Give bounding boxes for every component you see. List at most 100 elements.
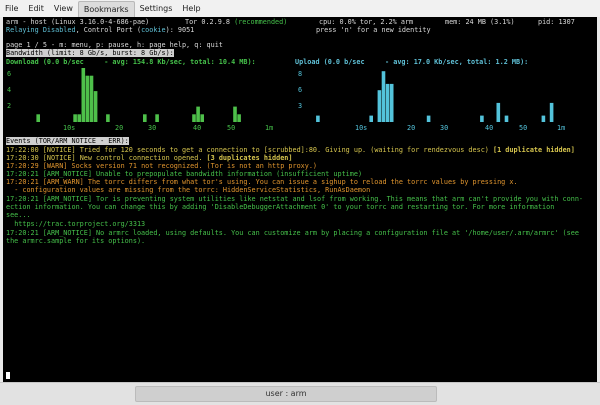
download-bar [73, 114, 77, 122]
event-text: Tor is preventing system utilities like … [6, 195, 584, 228]
cursor-block [6, 372, 10, 379]
terminal-cursor [6, 372, 10, 380]
download-bar [237, 114, 241, 122]
session-tab[interactable]: user : arm [135, 386, 437, 402]
event-line: 17:20:21 [ARM_NOTICE] Tor is preventing … [6, 195, 583, 228]
download-x-tick-30: 30 [148, 124, 156, 132]
event-time: 17:20:29 [6, 162, 39, 170]
download-bar [81, 68, 86, 122]
event-duplicates: [3 duplicates hidden] [206, 154, 293, 162]
event-entry: 17:20:21 [ARM_WARN] The torrc differs fr… [6, 178, 594, 194]
event-entry: 17:20:29 [WARN] Socks version 71 not rec… [6, 162, 594, 170]
menu-bookmarks[interactable]: Bookmarks [77, 0, 135, 17]
upload-label: Upload (0.0 b/sec [295, 58, 365, 66]
event-time: 17:20:30 [6, 154, 39, 162]
event-tag: [ARM_WARN] [42, 178, 84, 186]
cpu-usage: cpu: 0.0% tor, 2.2% arm [319, 18, 414, 26]
download-label: Download (0.0 b/sec [6, 58, 84, 66]
menu-edit[interactable]: Edit [23, 1, 49, 16]
upload-bar [369, 115, 373, 122]
download-bars [36, 68, 241, 122]
event-tag: [NOTICE] [42, 146, 76, 154]
tor-version-block: Tor 0.2.9.8 (recommended) [185, 18, 287, 26]
event-line: 17:20:29 [WARN] Socks version 71 not rec… [6, 162, 317, 170]
page-help-line: page 1 / 5 - m: menu, p: pause, h: page … [6, 41, 223, 49]
menu-settings[interactable]: Settings [135, 1, 178, 16]
event-text: Socks version 71 not recognized. (Tor is… [71, 162, 318, 170]
download-bar [200, 114, 204, 122]
event-line: 17:22:00 [NOTICE] Tried for 120 seconds … [6, 146, 575, 154]
event-text: New control connection opened. [79, 154, 203, 162]
bandwidth-limit: Bandwidth (limit: 8 Gb/s, burst: 8 Gb/s)… [6, 49, 174, 57]
upload-y-tick-6: 6 [298, 86, 302, 94]
upload-x-tick-10s: 10s [355, 124, 367, 132]
upload-stats: - avg: 17.0 Kb/sec, total: 1.2 MB): [385, 58, 529, 66]
upload-x-tick-50: 50 [519, 124, 527, 132]
download-y-tick-2: 2 [7, 102, 11, 110]
download-bar [89, 75, 94, 122]
event-line: 17:20:21 [ARM_WARN] The torrc differs fr… [6, 178, 518, 194]
menu-help[interactable]: Help [177, 1, 205, 16]
event-entry: 17:20:21 [ARM_NOTICE] No armrc loaded, u… [6, 229, 594, 245]
event-time: 17:20:21 [6, 195, 39, 203]
new-identity-hint: press 'n' for a new identity [316, 26, 431, 34]
upload-bar [316, 115, 320, 122]
event-line: 17:20:21 [ARM_NOTICE] Unable to prepopul… [6, 170, 362, 178]
upload-x-tick-20: 20 [407, 124, 415, 132]
upload-bar [385, 83, 390, 122]
download-bar [93, 91, 98, 122]
header-line-2: Relaying Disabled, Control Port (cookie)… [6, 26, 431, 34]
upload-x-tick-1m: 1m [557, 124, 565, 132]
upload-bar [496, 102, 501, 122]
upload-bar [389, 83, 394, 122]
host-info: arm - host (Linux 3.16.0-4-686-pae) [6, 18, 150, 26]
menu-view[interactable]: View [49, 1, 78, 16]
event-time: 17:20:21 [6, 178, 39, 186]
download-bar [192, 114, 196, 122]
tor-version: Tor 0.2.9.8 [185, 18, 231, 26]
events-filter: Events (TOR/ARM NOTICE - ERR): [6, 137, 129, 145]
download-x-tick-40: 40 [193, 124, 201, 132]
download-bar [85, 75, 90, 122]
tor-version-status: (recommended) [234, 18, 288, 26]
download-y-tick-4: 4 [7, 86, 11, 94]
event-tag: [ARM_NOTICE] [42, 170, 92, 178]
upload-y-tick-3: 3 [298, 102, 302, 110]
relaying-status: Relaying Disabled [6, 26, 76, 34]
events-title: Events (TOR/ARM NOTICE - ERR): [6, 137, 129, 145]
event-text: Unable to prepopulate bandwidth informat… [96, 170, 363, 178]
upload-bar [549, 102, 554, 122]
menu-bar: File Edit View Bookmarks Settings Help [0, 0, 600, 17]
event-time: 17:22:00 [6, 146, 39, 154]
download-graph: 6 4 2 10s 20 30 40 50 1m [7, 68, 273, 132]
upload-bar [381, 71, 386, 122]
event-time: 17:20:21 [6, 229, 39, 237]
download-bar [196, 106, 200, 122]
upload-bar [377, 90, 382, 122]
control-port-suffix: ): 9051 [165, 26, 195, 34]
download-bar [143, 114, 147, 122]
memory-usage: mem: 24 MB (3.1%) [445, 18, 515, 26]
download-x-tick-50: 50 [227, 124, 235, 132]
upload-y-tick-8: 8 [298, 70, 302, 78]
menu-file[interactable]: File [0, 1, 23, 16]
event-entry: 17:20:30 [NOTICE] New control connection… [6, 154, 594, 162]
upload-x-tick-30: 30 [440, 124, 448, 132]
event-tag: [WARN] [42, 162, 68, 170]
status-bar: user : arm [0, 382, 600, 405]
event-tag: [NOTICE] [42, 154, 76, 162]
terminal-window[interactable]: arm - host (Linux 3.16.0-4-686-pae) Tor 0… [3, 17, 597, 382]
upload-graph: 8 6 3 10s 20 30 40 50 1m [298, 70, 565, 132]
event-time: 17:20:21 [6, 170, 39, 178]
event-line: 17:20:21 [ARM_NOTICE] No armrc loaded, u… [6, 229, 579, 245]
download-x-tick-1m: 1m [265, 124, 273, 132]
download-bar [77, 114, 81, 122]
upload-x-tick-40: 40 [485, 124, 493, 132]
download-bar [36, 114, 40, 122]
download-x-tick-10s: 10s [63, 124, 75, 132]
download-y-tick-6: 6 [7, 70, 11, 78]
download-bar [233, 106, 237, 122]
download-header: Download (0.0 b/sec - avg: 154.8 Kb/sec,… [6, 58, 256, 66]
bandwidth-title: Bandwidth (limit: 8 Gb/s, burst: 8 Gb/s)… [6, 49, 174, 57]
download-bar [106, 114, 110, 122]
